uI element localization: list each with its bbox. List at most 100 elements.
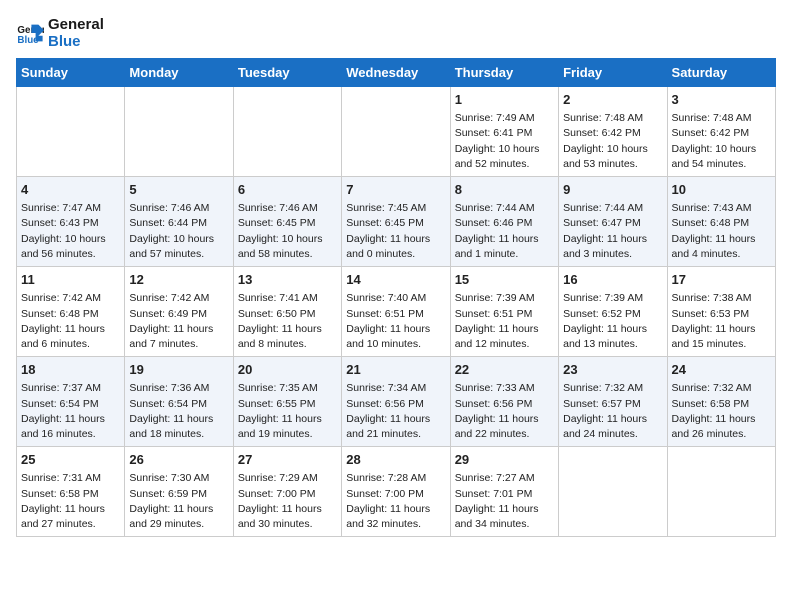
calendar-cell: 20 Sunrise: 7:35 AM Sunset: 6:55 PM Dayli…: [233, 357, 341, 447]
calendar-week-1: 1Sunrise: 7:49 AM Sunset: 6:41 PM Daylig…: [17, 87, 776, 177]
day-number: 16: [563, 271, 662, 289]
day-info: Sunrise: 7:40 AM Sunset: 6:51 PM Dayligh…: [346, 291, 445, 352]
calendar-cell: 6 Sunrise: 7:46 AM Sunset: 6:45 PM Daylig…: [233, 177, 341, 267]
day-number: 15: [455, 271, 554, 289]
day-info: Sunrise: 7:36 AM Sunset: 6:54 PM Dayligh…: [129, 381, 228, 442]
day-info: Sunrise: 7:45 AM Sunset: 6:45 PM Dayligh…: [346, 201, 445, 262]
calendar-header-monday: Monday: [125, 59, 233, 87]
day-number: 25: [21, 451, 120, 469]
calendar-cell: 17 Sunrise: 7:38 AM Sunset: 6:53 PM Dayli…: [667, 267, 775, 357]
calendar-cell: 23 Sunrise: 7:32 AM Sunset: 6:57 PM Dayli…: [559, 357, 667, 447]
day-info: Sunrise: 7:33 AM Sunset: 6:56 PM Dayligh…: [455, 381, 554, 442]
day-number: 28: [346, 451, 445, 469]
calendar-cell: 8 Sunrise: 7:44 AM Sunset: 6:46 PM Daylig…: [450, 177, 558, 267]
day-info: Sunrise: 7:42 AM Sunset: 6:48 PM Dayligh…: [21, 291, 120, 352]
calendar-cell: [342, 87, 450, 177]
day-info: Sunrise: 7:47 AM Sunset: 6:43 PM Dayligh…: [21, 201, 120, 262]
calendar-cell: 5 Sunrise: 7:46 AM Sunset: 6:44 PM Daylig…: [125, 177, 233, 267]
day-number: 21: [346, 361, 445, 379]
calendar-header-sunday: Sunday: [17, 59, 125, 87]
logo-icon: General Blue: [16, 19, 44, 47]
day-info: Sunrise: 7:46 AM Sunset: 6:44 PM Dayligh…: [129, 201, 228, 262]
day-info: Sunrise: 7:34 AM Sunset: 6:56 PM Dayligh…: [346, 381, 445, 442]
calendar-cell: 22 Sunrise: 7:33 AM Sunset: 6:56 PM Dayli…: [450, 357, 558, 447]
day-number: 20: [238, 361, 337, 379]
calendar-cell: 15 Sunrise: 7:39 AM Sunset: 6:51 PM Dayli…: [450, 267, 558, 357]
calendar-cell: 24 Sunrise: 7:32 AM Sunset: 6:58 PM Dayli…: [667, 357, 775, 447]
day-number: 10: [672, 181, 771, 199]
calendar-cell: 19 Sunrise: 7:36 AM Sunset: 6:54 PM Dayli…: [125, 357, 233, 447]
day-info: Sunrise: 7:42 AM Sunset: 6:49 PM Dayligh…: [129, 291, 228, 352]
calendar-cell: [233, 87, 341, 177]
calendar-cell: 18 Sunrise: 7:37 AM Sunset: 6:54 PM Dayli…: [17, 357, 125, 447]
day-number: 19: [129, 361, 228, 379]
calendar-cell: 26 Sunrise: 7:30 AM Sunset: 6:59 PM Dayli…: [125, 447, 233, 537]
day-info: Sunrise: 7:46 AM Sunset: 6:45 PM Dayligh…: [238, 201, 337, 262]
day-number: 6: [238, 181, 337, 199]
calendar-cell: 27 Sunrise: 7:29 AM Sunset: 7:00 PM Dayli…: [233, 447, 341, 537]
calendar: SundayMondayTuesdayWednesdayThursdayFrid…: [16, 58, 776, 537]
day-info: Sunrise: 7:37 AM Sunset: 6:54 PM Dayligh…: [21, 381, 120, 442]
calendar-cell: 3Sunrise: 7:48 AM Sunset: 6:42 PM Daylig…: [667, 87, 775, 177]
day-info: Sunrise: 7:41 AM Sunset: 6:50 PM Dayligh…: [238, 291, 337, 352]
calendar-header-saturday: Saturday: [667, 59, 775, 87]
day-info: Sunrise: 7:35 AM Sunset: 6:55 PM Dayligh…: [238, 381, 337, 442]
day-number: 2: [563, 91, 662, 109]
calendar-header-thursday: Thursday: [450, 59, 558, 87]
logo: General Blue General Blue: [16, 16, 104, 50]
day-number: 29: [455, 451, 554, 469]
day-number: 13: [238, 271, 337, 289]
calendar-week-5: 25 Sunrise: 7:31 AM Sunset: 6:58 PM Dayli…: [17, 447, 776, 537]
day-number: 18: [21, 361, 120, 379]
calendar-cell: 14 Sunrise: 7:40 AM Sunset: 6:51 PM Dayli…: [342, 267, 450, 357]
day-number: 7: [346, 181, 445, 199]
day-info: Sunrise: 7:28 AM Sunset: 7:00 PM Dayligh…: [346, 471, 445, 532]
calendar-cell: 13 Sunrise: 7:41 AM Sunset: 6:50 PM Dayli…: [233, 267, 341, 357]
day-number: 24: [672, 361, 771, 379]
calendar-cell: 10 Sunrise: 7:43 AM Sunset: 6:48 PM Dayli…: [667, 177, 775, 267]
header: General Blue General Blue: [16, 16, 776, 50]
logo-blue: Blue: [48, 33, 104, 50]
day-info: Sunrise: 7:27 AM Sunset: 7:01 PM Dayligh…: [455, 471, 554, 532]
day-info: Sunrise: 7:48 AM Sunset: 6:42 PM Dayligh…: [672, 111, 771, 172]
day-number: 27: [238, 451, 337, 469]
day-number: 9: [563, 181, 662, 199]
calendar-header-friday: Friday: [559, 59, 667, 87]
calendar-week-2: 4 Sunrise: 7:47 AM Sunset: 6:43 PM Daylig…: [17, 177, 776, 267]
calendar-header-tuesday: Tuesday: [233, 59, 341, 87]
day-info: Sunrise: 7:44 AM Sunset: 6:46 PM Dayligh…: [455, 201, 554, 262]
day-number: 23: [563, 361, 662, 379]
day-info: Sunrise: 7:49 AM Sunset: 6:41 PM Dayligh…: [455, 111, 554, 172]
calendar-week-4: 18 Sunrise: 7:37 AM Sunset: 6:54 PM Dayli…: [17, 357, 776, 447]
calendar-cell: 12Sunrise: 7:42 AM Sunset: 6:49 PM Dayli…: [125, 267, 233, 357]
calendar-cell: 16Sunrise: 7:39 AM Sunset: 6:52 PM Dayli…: [559, 267, 667, 357]
day-number: 5: [129, 181, 228, 199]
calendar-cell: 9Sunrise: 7:44 AM Sunset: 6:47 PM Daylig…: [559, 177, 667, 267]
calendar-cell: 4 Sunrise: 7:47 AM Sunset: 6:43 PM Daylig…: [17, 177, 125, 267]
calendar-cell: 11 Sunrise: 7:42 AM Sunset: 6:48 PM Dayli…: [17, 267, 125, 357]
day-number: 26: [129, 451, 228, 469]
day-number: 11: [21, 271, 120, 289]
day-number: 14: [346, 271, 445, 289]
day-info: Sunrise: 7:43 AM Sunset: 6:48 PM Dayligh…: [672, 201, 771, 262]
day-info: Sunrise: 7:32 AM Sunset: 6:57 PM Dayligh…: [563, 381, 662, 442]
day-info: Sunrise: 7:29 AM Sunset: 7:00 PM Dayligh…: [238, 471, 337, 532]
day-info: Sunrise: 7:38 AM Sunset: 6:53 PM Dayligh…: [672, 291, 771, 352]
calendar-cell: [125, 87, 233, 177]
calendar-cell: 21 Sunrise: 7:34 AM Sunset: 6:56 PM Dayli…: [342, 357, 450, 447]
day-number: 17: [672, 271, 771, 289]
day-info: Sunrise: 7:30 AM Sunset: 6:59 PM Dayligh…: [129, 471, 228, 532]
day-info: Sunrise: 7:39 AM Sunset: 6:51 PM Dayligh…: [455, 291, 554, 352]
day-info: Sunrise: 7:32 AM Sunset: 6:58 PM Dayligh…: [672, 381, 771, 442]
day-info: Sunrise: 7:31 AM Sunset: 6:58 PM Dayligh…: [21, 471, 120, 532]
day-number: 4: [21, 181, 120, 199]
day-number: 8: [455, 181, 554, 199]
calendar-cell: [559, 447, 667, 537]
day-info: Sunrise: 7:48 AM Sunset: 6:42 PM Dayligh…: [563, 111, 662, 172]
calendar-cell: [17, 87, 125, 177]
calendar-cell: [667, 447, 775, 537]
calendar-cell: 7 Sunrise: 7:45 AM Sunset: 6:45 PM Daylig…: [342, 177, 450, 267]
calendar-cell: 28 Sunrise: 7:28 AM Sunset: 7:00 PM Dayli…: [342, 447, 450, 537]
logo-general: General: [48, 16, 104, 33]
day-number: 22: [455, 361, 554, 379]
